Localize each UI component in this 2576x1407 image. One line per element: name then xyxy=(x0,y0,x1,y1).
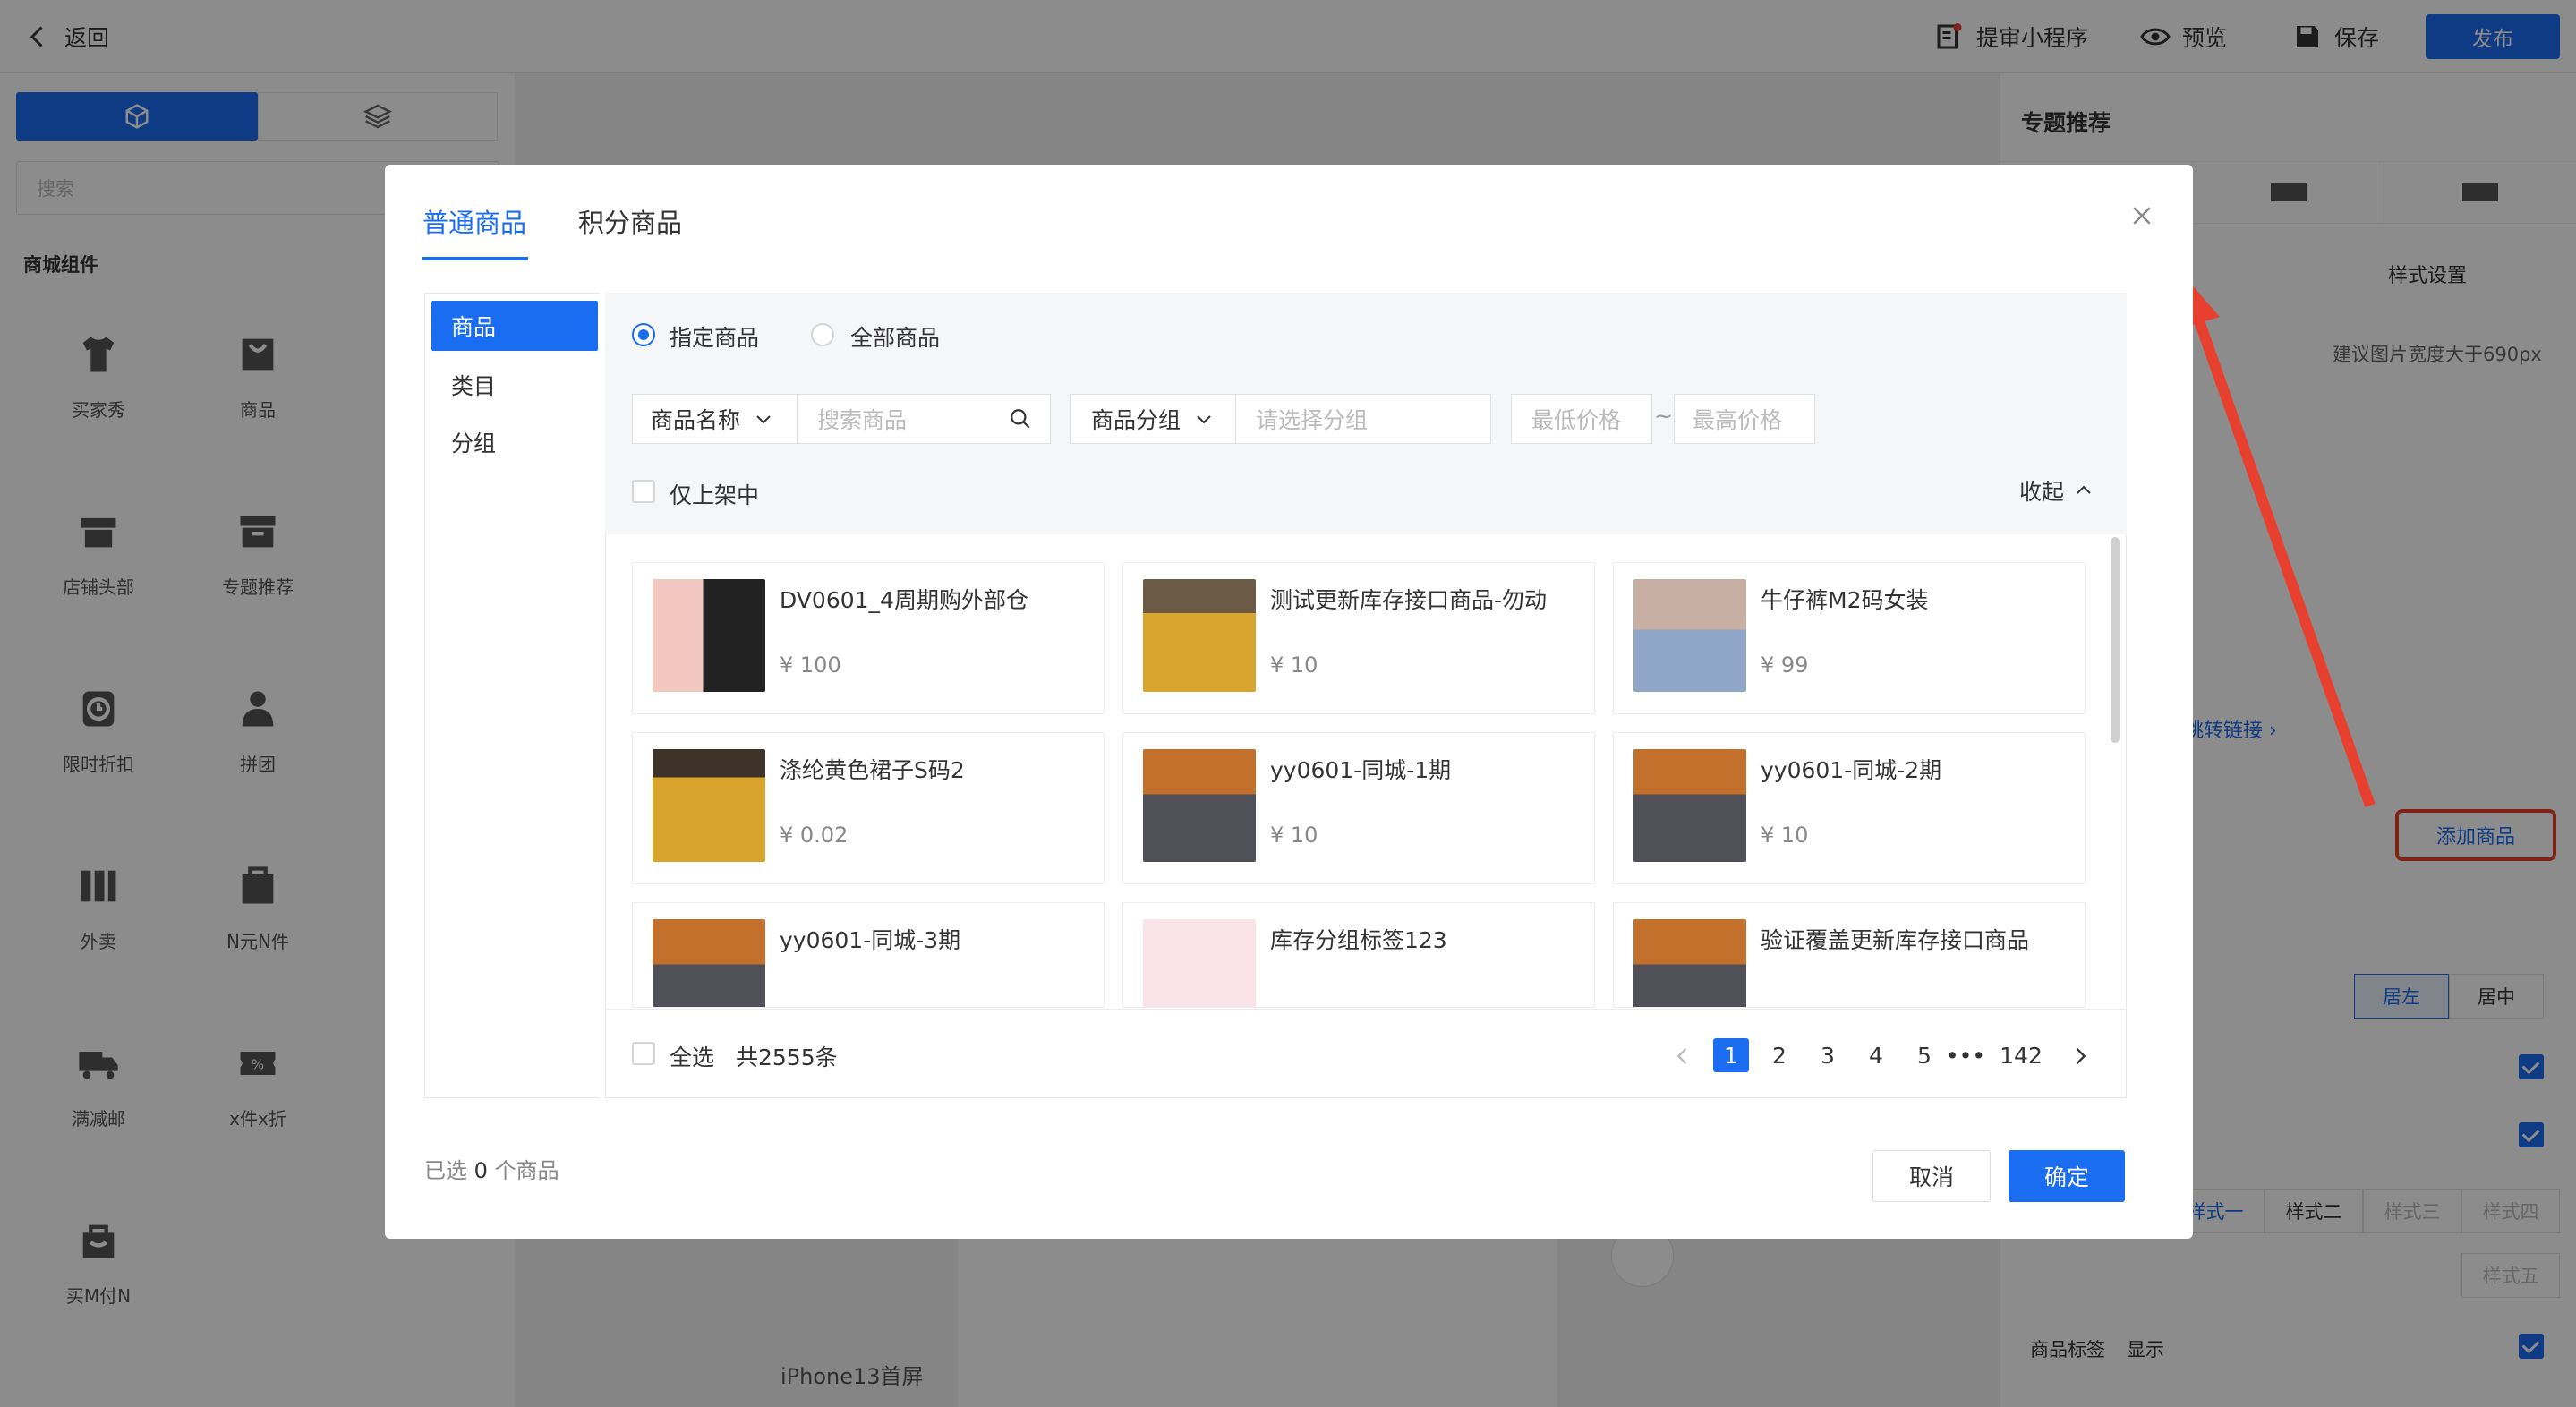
page-button[interactable]: 3 xyxy=(1810,1038,1846,1072)
product-price: ¥ 0.02 xyxy=(780,823,849,848)
product-name: yy0601-同城-3期 xyxy=(780,927,961,953)
product-card[interactable]: 涤纶黄色裙子S码2 ¥ 0.02 xyxy=(632,732,1105,884)
selected-suffix: 个商品 xyxy=(494,1158,559,1183)
product-name: 涤纶黄色裙子S码2 xyxy=(780,757,965,783)
total-count: 共2555条 xyxy=(736,1045,838,1070)
radio-all-label: 全部商品 xyxy=(850,325,941,351)
product-price: ¥ 10 xyxy=(1270,652,1318,678)
radio-all-products[interactable] xyxy=(811,323,834,346)
tab-normal-products[interactable]: 普通商品 xyxy=(422,202,526,240)
product-price: ¥ 10 xyxy=(1761,823,1809,848)
collapse-button[interactable]: 收起 xyxy=(2019,474,2094,507)
radio-specific-label: 指定商品 xyxy=(670,325,760,351)
confirm-button[interactable]: 确定 xyxy=(2009,1150,2125,1202)
cancel-button[interactable]: 取消 xyxy=(1872,1150,1991,1202)
side-nav-groups[interactable]: 分组 xyxy=(431,417,598,467)
product-card[interactable]: yy0601-同城-3期 xyxy=(632,902,1105,1008)
min-price-input[interactable]: 最低价格 xyxy=(1511,394,1652,444)
product-thumbnail xyxy=(653,749,765,862)
chevron-up-icon xyxy=(2077,485,2091,494)
radio-specific-products[interactable] xyxy=(632,323,655,346)
side-nav-categories[interactable]: 类目 xyxy=(431,360,598,410)
list-scrollbar[interactable] xyxy=(2111,537,2120,743)
max-price-input[interactable]: 最高价格 xyxy=(1674,394,1815,444)
product-name: 验证覆盖更新库存接口商品 xyxy=(1761,927,2030,953)
product-card[interactable]: DV0601_4周期购外部仓 ¥ 100 xyxy=(632,562,1105,714)
select-all-checkbox[interactable] xyxy=(632,1042,655,1065)
product-name: yy0601-同城-2期 xyxy=(1761,757,1942,783)
product-search-input[interactable]: 搜索商品 xyxy=(797,394,1051,444)
product-price: ¥ 100 xyxy=(780,652,841,678)
product-name: 测试更新库存接口商品-勿动 xyxy=(1270,587,1548,613)
page-button[interactable]: 2 xyxy=(1761,1038,1797,1072)
pagination-ellipsis[interactable]: ••• xyxy=(1946,1038,1985,1072)
product-card[interactable]: 验证覆盖更新库存接口商品 xyxy=(1613,902,2086,1008)
product-price: ¥ 10 xyxy=(1270,823,1318,848)
collapse-label: 收起 xyxy=(2019,479,2065,505)
tab-points-products[interactable]: 积分商品 xyxy=(578,202,682,240)
chevron-down-icon xyxy=(1197,415,1211,424)
page-button[interactable]: 142 xyxy=(1998,1038,2044,1072)
on-shelf-label: 仅上架中 xyxy=(670,482,760,508)
product-thumbnail xyxy=(653,919,765,1007)
selected-info: 已选 0 个商品 xyxy=(424,1153,559,1184)
product-thumbnail xyxy=(1633,919,1746,1007)
selected-count: 0 xyxy=(473,1158,488,1183)
page-button[interactable]: 4 xyxy=(1858,1038,1894,1072)
product-card[interactable]: 测试更新库存接口商品-勿动 ¥ 10 xyxy=(1122,562,1595,714)
modal-side-nav xyxy=(424,293,600,1098)
next-page-icon[interactable] xyxy=(2068,1044,2093,1069)
page-button[interactable]: 1 xyxy=(1713,1038,1749,1072)
price-range-separator: ~ xyxy=(1654,403,1673,429)
product-name: yy0601-同城-1期 xyxy=(1270,757,1452,783)
product-name: 库存分组标签123 xyxy=(1270,927,1447,953)
group-select[interactable]: 商品分组 xyxy=(1070,394,1237,444)
product-card[interactable]: yy0601-同城-1期 ¥ 10 xyxy=(1122,732,1595,884)
group-input[interactable]: 请选择分组 xyxy=(1235,394,1491,444)
active-tab-indicator xyxy=(422,257,528,260)
product-card[interactable]: 牛仔裤M2码女装 ¥ 99 xyxy=(1613,562,2086,714)
side-nav-products[interactable]: 商品 xyxy=(431,301,598,351)
product-name: DV0601_4周期购外部仓 xyxy=(780,587,1028,613)
product-thumbnail xyxy=(1143,579,1256,692)
group-select-value: 商品分组 xyxy=(1091,407,1181,433)
product-thumbnail xyxy=(1633,749,1746,862)
product-price: ¥ 99 xyxy=(1761,652,1809,678)
product-thumbnail xyxy=(653,579,765,692)
prev-page-icon[interactable] xyxy=(1670,1044,1695,1069)
select-all-label: 全选 xyxy=(670,1045,715,1070)
name-type-value: 商品名称 xyxy=(651,407,741,433)
product-thumbnail xyxy=(1633,579,1746,692)
chevron-down-icon xyxy=(756,415,771,424)
product-search-placeholder: 搜索商品 xyxy=(817,407,908,433)
product-name: 牛仔裤M2码女装 xyxy=(1761,587,1929,613)
product-thumbnail xyxy=(1143,919,1256,1007)
product-thumbnail xyxy=(1143,749,1256,862)
product-card[interactable]: 库存分组标签123 xyxy=(1122,902,1595,1008)
selected-prefix: 已选 xyxy=(424,1158,467,1183)
product-card[interactable]: yy0601-同城-2期 ¥ 10 xyxy=(1613,732,2086,884)
on-shelf-checkbox[interactable] xyxy=(632,480,655,503)
page-button[interactable]: 5 xyxy=(1906,1038,1942,1072)
annotation-arrow-icon xyxy=(2166,274,2376,807)
close-icon[interactable] xyxy=(2128,202,2155,229)
search-icon[interactable] xyxy=(1009,407,1032,431)
name-type-select[interactable]: 商品名称 xyxy=(632,394,798,444)
